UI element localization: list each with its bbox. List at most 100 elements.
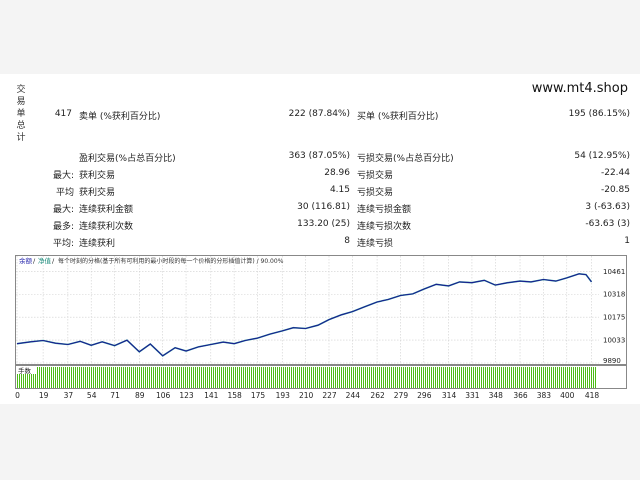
volume-bar	[267, 367, 268, 388]
volume-bar	[521, 367, 522, 388]
volume-bar	[151, 367, 152, 388]
volume-bar	[429, 367, 430, 388]
volume-bar	[455, 367, 456, 388]
volume-bar	[359, 367, 360, 388]
volume-bar	[87, 367, 88, 388]
volume-bar	[375, 367, 376, 388]
volume-bar	[99, 367, 100, 388]
volume-bar	[495, 367, 496, 388]
brand-link[interactable]: www.mt4.shop	[532, 81, 628, 96]
volume-bar	[171, 367, 172, 388]
row-value: 30 (116.81)	[297, 202, 350, 212]
volume-bar	[163, 367, 164, 388]
volume-bar	[389, 367, 390, 388]
volume-bar	[471, 367, 472, 388]
volume-bar	[421, 367, 422, 388]
volume-bar	[127, 367, 128, 388]
volume-bar	[209, 367, 210, 388]
volume-bar	[459, 367, 460, 388]
volume-bar	[289, 367, 290, 388]
short-trades-label: 卖单 (%获利百分比)	[79, 112, 161, 122]
volume-bar	[349, 367, 350, 388]
volume-bar	[47, 367, 48, 388]
volume-bar	[311, 367, 312, 388]
volume-bar	[91, 367, 92, 388]
volume-bar	[63, 367, 64, 388]
volume-bar	[155, 367, 156, 388]
volume-bar	[343, 367, 344, 388]
volume-bar	[269, 367, 270, 388]
volume-bar	[557, 367, 558, 388]
volume-bar	[303, 367, 304, 388]
volume-bar	[207, 367, 208, 388]
volume-bar	[435, 367, 436, 388]
volume-bar	[347, 367, 348, 388]
volume-bar	[57, 367, 58, 388]
volume-bar	[585, 367, 586, 388]
volume-bar	[175, 367, 176, 388]
volume-bar	[405, 367, 406, 388]
volume-bar	[145, 367, 146, 388]
volume-bar	[373, 367, 374, 388]
volume-bar	[547, 367, 548, 388]
equity-tab[interactable]: 净值	[38, 256, 52, 265]
volume-bar	[475, 367, 476, 388]
row-value: 4.15	[329, 185, 350, 195]
volume-bar	[433, 367, 434, 388]
volume-bar	[225, 367, 226, 388]
volume-bar	[153, 367, 154, 388]
volume-bar	[143, 367, 144, 388]
volume-bar	[519, 367, 520, 388]
volume-bar	[167, 367, 168, 388]
volume-bar	[117, 367, 118, 388]
short-trades-value: 222 (87.84%)	[288, 109, 350, 119]
row-prefix: 平均:	[52, 239, 74, 249]
volume-bar	[323, 367, 324, 388]
volume-bar	[355, 367, 356, 388]
volume-bar	[295, 367, 296, 388]
row-prefix: 最大:	[52, 171, 74, 181]
volume-bar	[283, 367, 284, 388]
volume-bar	[123, 367, 124, 388]
side-label-char: 单	[16, 109, 26, 119]
long-trades-value: 195 (86.15%)	[568, 109, 630, 119]
volume-bar	[379, 367, 380, 388]
volume-bar	[247, 367, 248, 388]
volume-bar	[265, 367, 266, 388]
volume-bar	[105, 367, 106, 388]
row-label: 连续亏损	[357, 239, 394, 249]
row-prefix: 最大:	[52, 205, 74, 215]
x-tick-label: 106	[156, 391, 171, 400]
volume-bar	[299, 367, 300, 388]
balance-tab[interactable]: 余额	[19, 256, 33, 265]
volume-bar	[505, 367, 506, 388]
volume-bar	[325, 367, 326, 388]
volume-bar	[253, 367, 254, 388]
volume-bar	[371, 367, 372, 388]
volume-bar	[315, 367, 316, 388]
volume-bar	[55, 367, 56, 388]
x-tick-label: 158	[227, 391, 242, 400]
volume-bar	[457, 367, 458, 388]
volume-bar	[147, 367, 148, 388]
row-value: -20.85	[600, 185, 630, 195]
volume-bar	[443, 367, 444, 388]
volume-bar	[419, 367, 420, 388]
volume-bar	[533, 367, 534, 388]
volume-bar	[489, 367, 490, 388]
volume-bar	[93, 367, 94, 388]
volume-bar	[465, 367, 466, 388]
volume-bar	[411, 367, 412, 388]
row-label: 亏损交易	[357, 188, 394, 198]
side-label: 交 易 单 总 计	[15, 84, 27, 144]
x-tick-label: 19	[38, 391, 49, 400]
total-trades: 417	[54, 109, 72, 119]
volume-bar	[361, 367, 362, 388]
volume-bar	[403, 367, 404, 388]
volume-bar	[409, 367, 410, 388]
side-label-char: 总	[16, 121, 26, 131]
volume-bar	[439, 367, 440, 388]
volume-bar	[213, 367, 214, 388]
volume-bar	[527, 367, 528, 388]
volume-bar	[139, 367, 140, 388]
